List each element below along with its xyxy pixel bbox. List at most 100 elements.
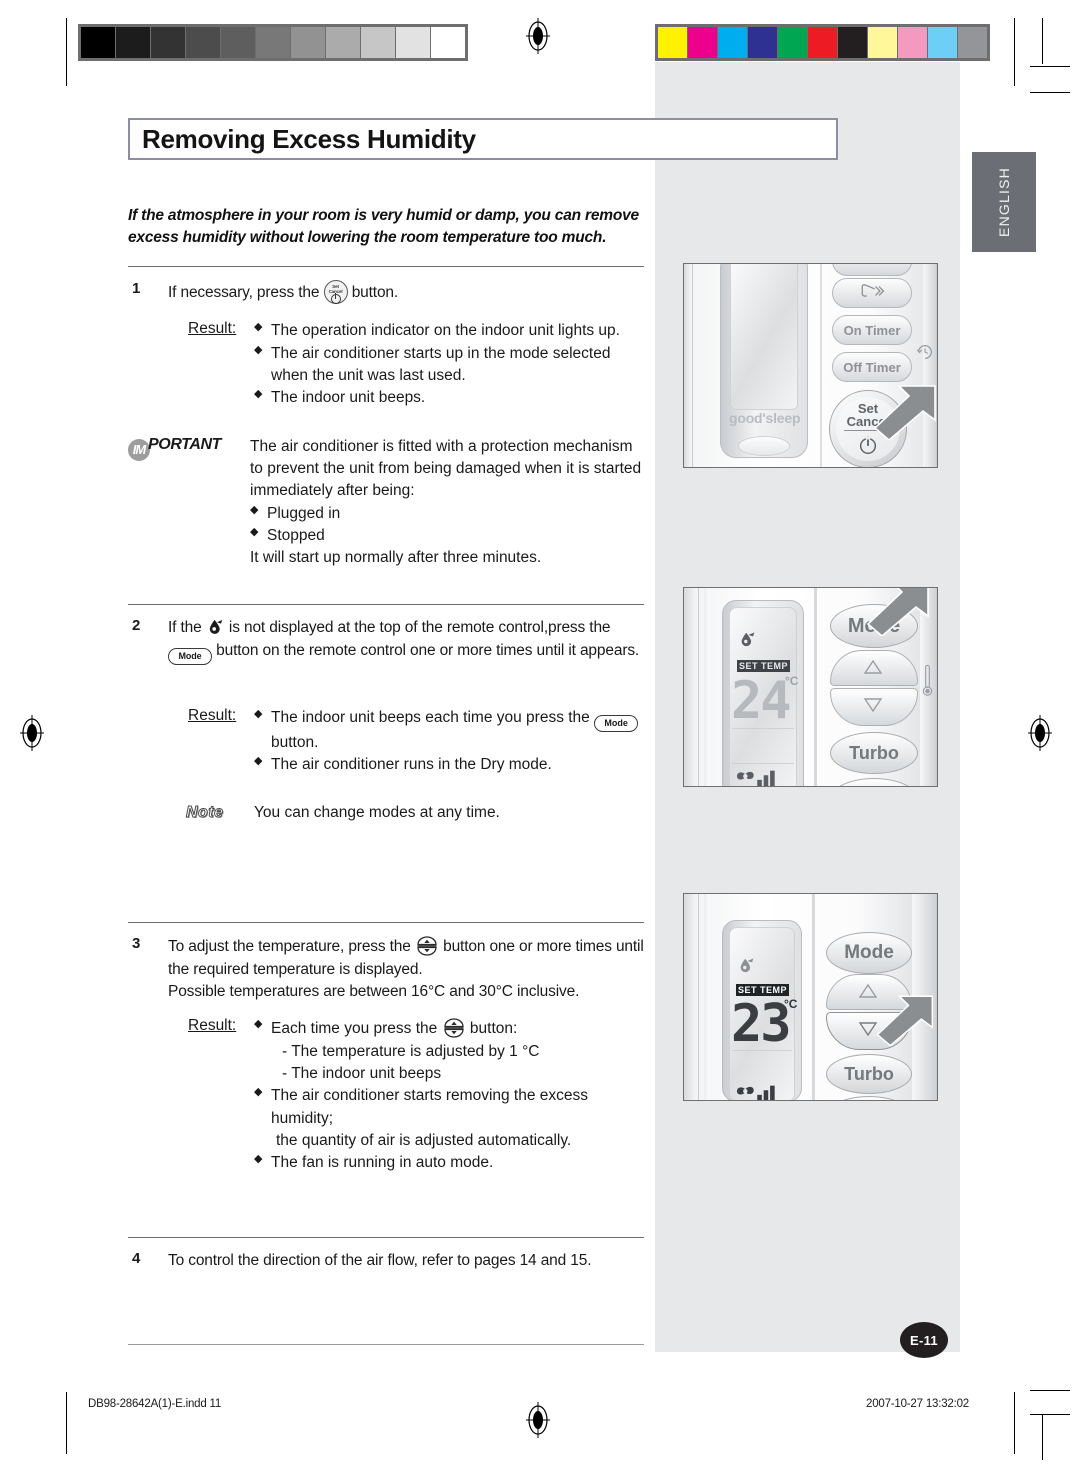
step-2-result: Result: The indoor unit beeps each time … (168, 707, 644, 777)
result-text-b: button. (271, 733, 319, 751)
gray-patch (431, 27, 465, 58)
fan-speed-bars-icon (732, 767, 788, 786)
crop-mark (1030, 1414, 1070, 1415)
footer-timestamp: 2007-10-27 13:32:02 (866, 1398, 969, 1410)
result-item: The air conditioner starts up in the mod… (254, 343, 644, 365)
result-item: Each time you press the button: (254, 1017, 644, 1040)
air-swing-button[interactable] (832, 278, 912, 308)
result-item-continued: when the unit was last used. (271, 366, 466, 384)
color-patch (928, 27, 957, 58)
temp-updown-button-icon (415, 935, 439, 957)
partial-button-top[interactable] (832, 264, 912, 276)
color-patch (778, 27, 807, 58)
dry-mode-icon (206, 617, 225, 636)
step-2-number: 2 (132, 617, 141, 635)
gray-patch (186, 27, 220, 58)
divider (128, 604, 644, 606)
mode-button[interactable]: Mode (826, 932, 912, 974)
gray-patch (116, 27, 150, 58)
step-4-number: 4 (132, 1249, 141, 1267)
mode-button-icon: Mode (594, 714, 639, 732)
result-item: The air conditioner starts removing the … (254, 1085, 644, 1130)
set-cancel-button-icon: Set Cancel (323, 280, 348, 304)
important-line: to prevent the unit from being damaged w… (250, 459, 642, 477)
turbo-button[interactable]: Turbo (826, 1054, 912, 1094)
step-3-line-3: Possible temperatures are between 16°C a… (168, 983, 580, 1000)
temp-updown-button-icon (442, 1017, 466, 1039)
display-unit: °C (785, 674, 799, 688)
intro-line-1: If the atmosphere in your room is very h… (128, 207, 639, 224)
important-bullet: Stopped (250, 525, 644, 547)
ir-emitter-oval (738, 436, 790, 456)
step-3-text: To adjust the temperature, press the but… (168, 935, 644, 1003)
color-patch (958, 27, 987, 58)
step-4-text: To control the direction of the air flow… (168, 1251, 592, 1269)
gray-patch (221, 27, 255, 58)
crop-mark (1014, 1392, 1015, 1454)
result-sub-item: - The temperature is adjusted by 1 °C (282, 1042, 540, 1060)
important-line: It will start up normally after three mi… (250, 549, 542, 567)
color-patch (808, 27, 837, 58)
step-3: 3 To adjust the temperature, press the b… (128, 935, 644, 1174)
step-2-text-b: is not displayed at the top of the remot… (228, 619, 611, 637)
important-word: PORTANT (148, 435, 222, 453)
off-timer-label: Off Timer (843, 359, 901, 375)
crop-mark (1042, 1414, 1043, 1460)
divider (128, 1343, 644, 1345)
mode-button-label: Mode (844, 942, 894, 963)
important-line: The air conditioner is fitted with a pro… (250, 437, 633, 455)
air-swing-icon (857, 283, 887, 304)
triangle-up-icon (862, 658, 884, 681)
divider (128, 922, 644, 924)
result-item: The operation indicator on the indoor un… (254, 320, 644, 342)
step-3-text-b: button one or more times until (443, 938, 644, 956)
off-timer-button[interactable]: Off Timer (832, 352, 912, 382)
language-tab: ENGLISH (972, 152, 1036, 252)
arrow-cursor-icon (869, 384, 937, 445)
crop-mark (1030, 92, 1070, 93)
step-1-text: If necessary, press the Set Cancel button… (168, 280, 644, 304)
step-3-line-2: the required temperature is displayed. (168, 960, 423, 978)
footer-filename: DB98-28642A(1)-E.indd 11 (88, 1398, 222, 1410)
step-2-text-a: If the (168, 619, 202, 637)
step-4: 4 To control the direction of the air fl… (128, 1250, 644, 1272)
step-3-result: Result: Each time you press the button: (168, 1017, 644, 1174)
step-2-note: Note You can change modes at any time. (168, 804, 644, 822)
color-patch (658, 27, 687, 58)
result-item: The air conditioner runs in the Dry mode… (254, 754, 644, 776)
intro-paragraph: If the atmosphere in your room is very h… (128, 205, 644, 249)
crop-mark (1030, 1390, 1070, 1391)
on-timer-label: On Timer (843, 322, 901, 338)
main-content: If the atmosphere in your room is very h… (128, 205, 644, 1345)
gray-patch (81, 27, 115, 58)
on-timer-button[interactable]: On Timer (832, 315, 912, 345)
result-label: Result: (188, 320, 237, 338)
step-3-text-a: To adjust the temperature, press the (168, 938, 411, 956)
page-title-box: Removing Excess Humidity (128, 118, 838, 160)
step-1-text-before: If necessary, press the (168, 284, 320, 301)
registration-target-icon (524, 16, 552, 56)
turbo-button-label: Turbo (849, 742, 899, 763)
gray-patch (151, 27, 185, 58)
step-1-result: Result: The operation indicator on the i… (168, 320, 644, 409)
important-badge: IM PORTANT (128, 436, 250, 570)
registration-target-icon (18, 713, 46, 753)
divider (128, 1236, 644, 1238)
divider (128, 266, 644, 267)
good-sleep-label: good'sleep (729, 410, 801, 426)
color-patch (838, 27, 867, 58)
important-circle-icon: IM (128, 438, 150, 461)
result-label: Result: (188, 1017, 237, 1035)
intro-line-2: excess humidity without lowering the roo… (128, 229, 607, 246)
result-text-a: The indoor unit beeps each time you pres… (271, 708, 590, 726)
gray-patch (326, 27, 360, 58)
step-3-number: 3 (132, 935, 141, 953)
turbo-button[interactable]: Turbo (830, 732, 918, 774)
step-1-text-after: button. (351, 284, 399, 301)
crop-mark (1014, 18, 1015, 86)
fan-speed-bars-icon (732, 1082, 788, 1100)
registration-target-icon (1026, 713, 1054, 753)
color-calibration-strip (655, 24, 990, 61)
display-unit: °C (784, 997, 798, 1011)
display-temperature: 24 (731, 671, 792, 731)
